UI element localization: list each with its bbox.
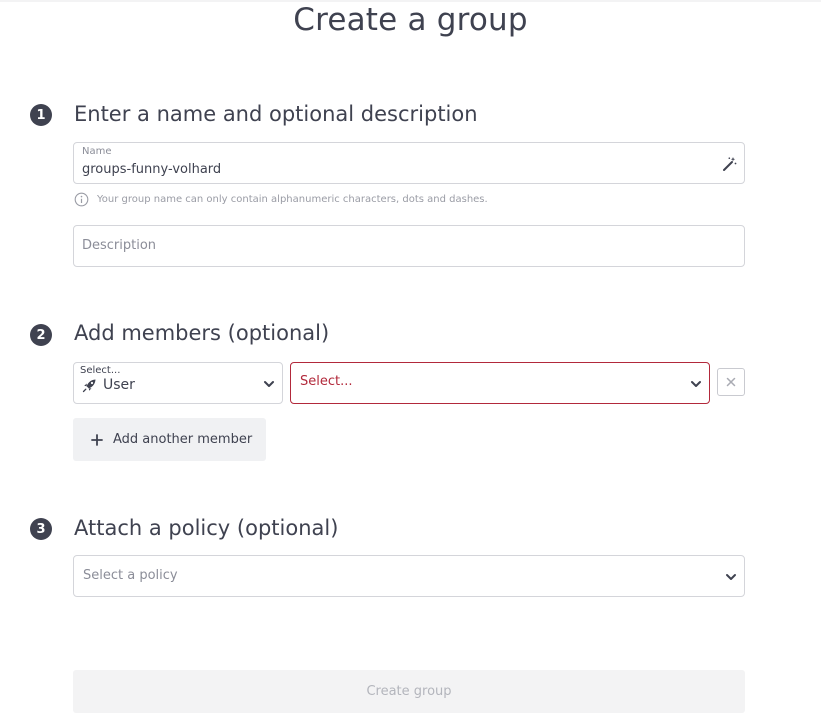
policy-select[interactable]: Select a policy <box>73 555 745 597</box>
step-2-badge: 2 <box>30 324 52 346</box>
magic-wand-icon[interactable] <box>721 156 737 172</box>
close-icon <box>726 377 736 387</box>
name-hint: Your group name can only contain alphanu… <box>74 192 488 207</box>
member-select-placeholder: Select... <box>300 374 353 389</box>
rocket-icon <box>82 379 96 393</box>
name-hint-text: Your group name can only contain alphanu… <box>97 194 488 205</box>
chevron-down-icon <box>691 381 701 387</box>
name-field-label: Name <box>82 146 112 157</box>
plus-icon <box>91 433 103 446</box>
policy-select-placeholder: Select a policy <box>83 568 178 583</box>
step-1-badge: 1 <box>30 104 52 126</box>
create-group-button[interactable]: Create group <box>73 670 745 713</box>
description-field[interactable]: Description <box>73 225 745 267</box>
description-placeholder: Description <box>82 238 157 253</box>
member-type-select[interactable]: Select... User <box>73 362 283 404</box>
member-type-label: Select... <box>80 365 121 376</box>
chevron-down-icon <box>264 381 274 387</box>
member-type-value: User <box>103 377 135 393</box>
step-3-title: Attach a policy (optional) <box>74 516 339 540</box>
page-title: Create a group <box>293 2 528 38</box>
add-member-button[interactable]: Add another member <box>73 418 266 461</box>
remove-member-button[interactable] <box>717 368 745 396</box>
info-icon <box>74 192 89 207</box>
member-select[interactable]: Select... <box>290 362 710 404</box>
step-3-badge: 3 <box>30 518 52 540</box>
name-field[interactable]: Name groups-funny-volhard <box>73 142 745 184</box>
add-member-label: Add another member <box>113 432 253 447</box>
step-2-title: Add members (optional) <box>74 321 330 345</box>
step-1-title: Enter a name and optional description <box>74 102 478 126</box>
chevron-down-icon <box>726 574 736 580</box>
name-field-value[interactable]: groups-funny-volhard <box>82 162 221 177</box>
